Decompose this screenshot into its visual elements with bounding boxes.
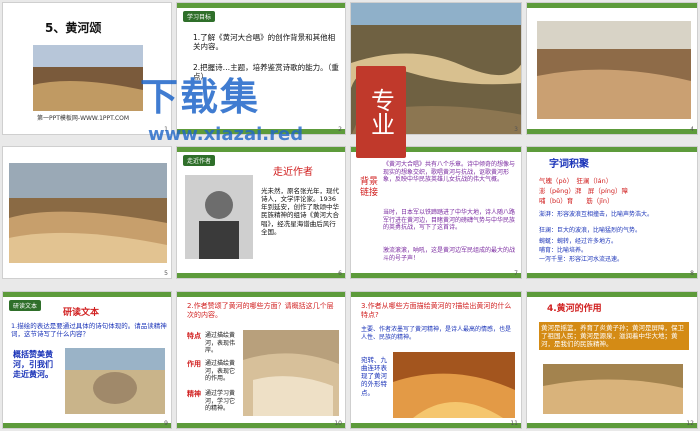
question-heading: 2.作者赞颂了黄河的哪些方面？请概括这几个层次的内容。 — [187, 302, 334, 319]
section-heading: 研读文本 — [63, 308, 100, 318]
slide-thumbnail-12[interactable]: 4.黄河的作用 黄河是摇篮，养育了炎黄子孙；黄河是屏障，保卫了祖国人民；黄河是源… — [526, 291, 698, 429]
slide-line: 1.了解《黄河大合唱》的创作背景和其他相关内容。 — [193, 33, 336, 52]
watermark-url: www.xiazai.red — [148, 124, 304, 145]
slide-line: 通过描绘黄河，表现它的作用。 — [205, 360, 236, 382]
slide-footer: 第一PPT模板网-WWW.1PPT.COM — [37, 115, 130, 122]
slide-line: 当时，日本军以铁蹄踏进了中华大地，诗人随八路军行进在黄河边，目睹黄河的磅礴气势与… — [383, 209, 516, 231]
slide-number: 5 — [164, 270, 168, 277]
vocab-line: 澎（pēng）湃 屏（píng）障 — [539, 187, 629, 195]
slide-number: 12 — [686, 420, 694, 427]
vocab-line: 澎湃：形容波浪互相撞击，比喻声势浩大。 — [539, 211, 654, 218]
vocab-line: 一泻千里：形容江河水流迅速。 — [539, 256, 624, 263]
slide-line: 通过描绘黄河，表现伟岸。 — [205, 332, 236, 354]
label-spirit: 精神 — [187, 390, 201, 398]
slide-sorter-grid: 5、黄河颂 第一PPT模板网-WWW.1PPT.COM 1 学习目标 1.了解《… — [0, 0, 700, 431]
vocab-line: 哺育：比喻培养。 — [539, 247, 588, 254]
author-portrait — [185, 175, 253, 259]
watermark-badge: 专业 — [356, 66, 406, 158]
slide-thumbnail-8[interactable]: 字词积聚 气魄（pò） 狂澜（lán） 澎（pēng）湃 屏（píng）障 哺（… — [526, 146, 698, 279]
slide-line: 主要、作者浓墨写了黄河精神，是诗人最高的情感，也是人性、民族的精神。 — [361, 326, 512, 341]
watermark-text: 下载集 — [140, 75, 261, 119]
slide-number: 6 — [338, 270, 342, 277]
section-tag: 研读文本 — [9, 300, 42, 311]
vocab-line: 蜿蜒：蜿转，经过许多地方。 — [539, 238, 618, 245]
vocab-heading: 字词积聚 — [549, 159, 589, 170]
slide-thumbnail-7[interactable]: 背景链接 《黄河大合唱》共有八个乐章。诗中倾奇的想像与现实的想象交织，歌唱黄河与… — [350, 146, 522, 279]
section-tag: 走近作者 — [183, 155, 216, 166]
waterfall-photo — [243, 330, 339, 416]
vocab-line: 气魄（pò） 狂澜（lán） — [539, 177, 613, 185]
waterfall-photo — [9, 163, 167, 263]
vocab-line: 哺（bǔ）育 筋（jīn） — [539, 197, 614, 205]
slide-thumbnail-5[interactable]: 5 — [2, 146, 172, 279]
slide-number: 9 — [164, 420, 168, 427]
slide-line: 《黄河大合唱》共有八个乐章。诗中倾奇的想像与现实的想象交织，歌唱黄河与抗战，讴歌… — [383, 161, 516, 183]
side-label: 概括赞美黄河，引我们走近黄河。 — [13, 350, 53, 379]
author-bio: 光未然，原名张光年，现代诗人，文学评论家。1936年到延安，创作了歌颂中华民族精… — [261, 187, 339, 236]
slide-number: 10 — [334, 420, 342, 427]
vocab-line: 狂澜：巨大的波浪，比喻猛烈的气势。 — [539, 227, 642, 234]
slide-thumbnail-4[interactable]: 4 — [526, 2, 698, 135]
slide-number: 8 — [690, 270, 694, 277]
slide-line: 通过学习黄河，学习它的精神。 — [205, 390, 236, 412]
yellow-river-photo — [33, 45, 143, 111]
question-heading: 3.作者从哪些方面描绘黄河的?描绘出黄河的什么特点? — [361, 302, 512, 319]
slide-title: 5、黄河颂 — [45, 21, 102, 35]
side-label: 宛转、九曲连环表现了黄河的外形特点。 — [361, 356, 387, 397]
yellow-river-photo — [537, 21, 691, 119]
slide-number: 11 — [510, 420, 518, 427]
slide-number: 3 — [514, 126, 518, 133]
section-tag: 学习目标 — [183, 11, 216, 22]
slide-thumbnail-10[interactable]: 2.作者赞颂了黄河的哪些方面？请概括这几个层次的内容。 特点 通过描绘黄河，表现… — [176, 291, 346, 429]
slide-number: 7 — [514, 270, 518, 277]
slide-line: 黄河是摇篮，养育了炎黄子孙；黄河是屏障，保卫了祖国人民；黄河是源泉，滋润着中华大… — [539, 322, 689, 351]
question-heading: 4.黄河的作用 — [547, 304, 602, 314]
slide-line: 1.描绘的表达是要通过具体的诗句体现的。请品读精神词，这节诗写了什么内容？ — [11, 322, 167, 339]
side-label: 背景链接 — [359, 177, 378, 199]
slide-thumbnail-6[interactable]: 走近作者 走近作者 光未然，原名张光年，现代诗人，文学评论家。1936年到延安，… — [176, 146, 346, 279]
statue-photo — [65, 348, 165, 414]
waterfall-photo — [543, 364, 683, 414]
author-heading: 走近作者 — [273, 167, 313, 178]
slide-line: 激流滚滚，呐吼，这是黄河边军民组成的最大的战斗的号子声！ — [383, 247, 516, 262]
label-function: 作用 — [187, 360, 201, 368]
slide-number: 4 — [690, 126, 694, 133]
slide-number: 2 — [338, 126, 342, 133]
sunset-river-photo — [393, 352, 515, 418]
slide-thumbnail-9[interactable]: 研读文本 研读文本 1.描绘的表达是要通过具体的诗句体现的。请品读精神词，这节诗… — [2, 291, 172, 429]
slide-thumbnail-11[interactable]: 3.作者从哪些方面描绘黄河的?描绘出黄河的什么特点? 主要、作者浓墨写了黄河精神… — [350, 291, 522, 429]
label-feature: 特点 — [187, 332, 201, 340]
